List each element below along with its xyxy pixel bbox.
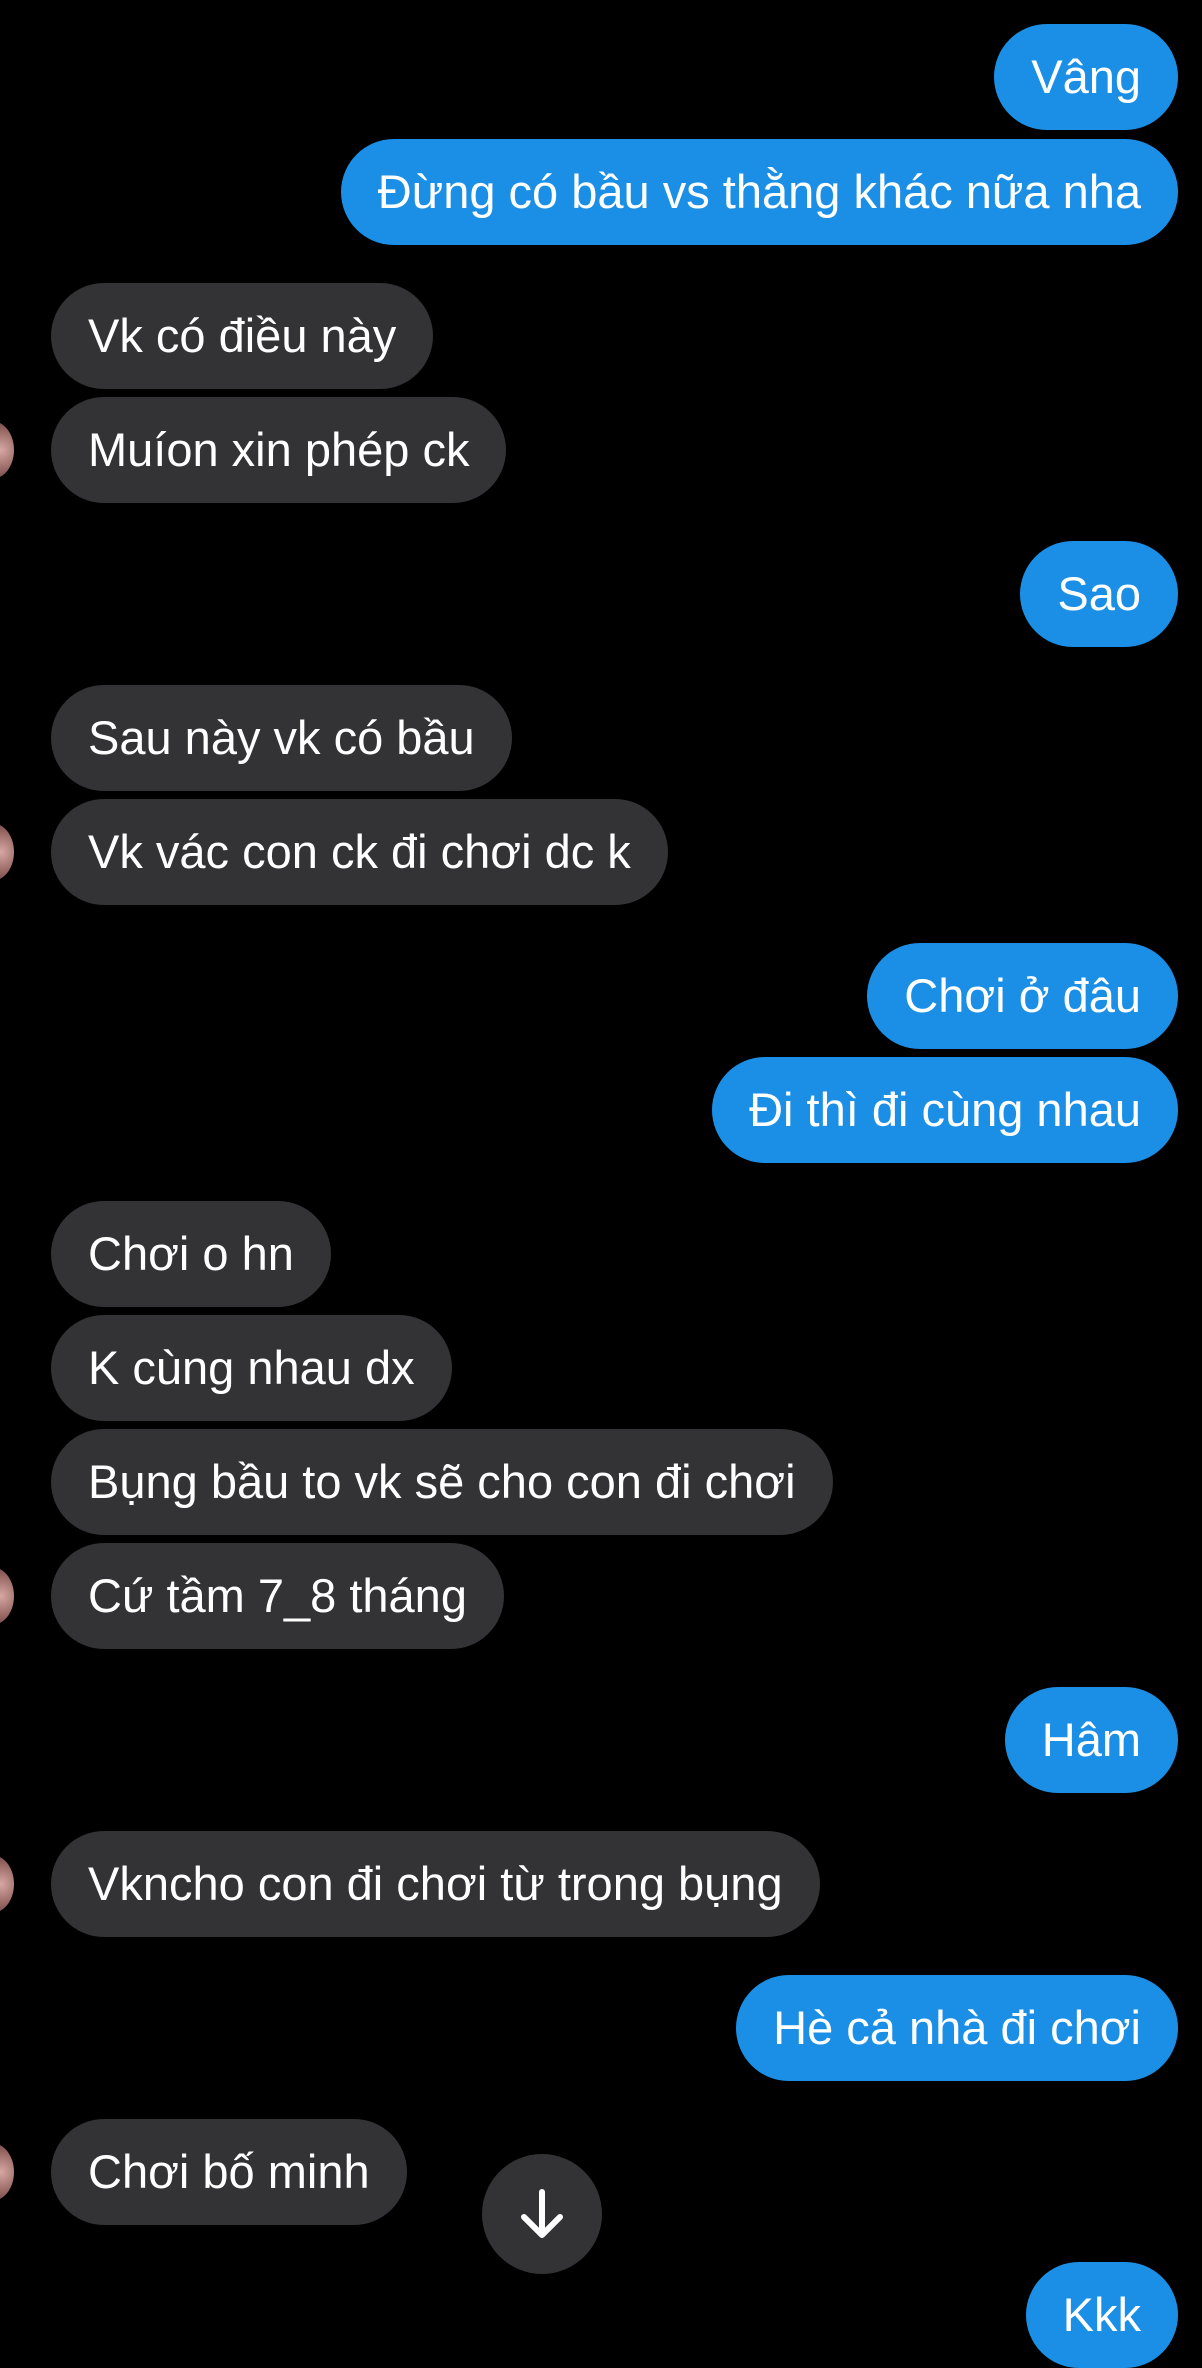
message-bubble-incoming[interactable]: Muíon xin phép ck [51,397,507,503]
scroll-to-bottom-button[interactable] [482,2154,602,2274]
message-bubble-outgoing[interactable]: Kkk [1025,2262,1178,2368]
message-bubble-outgoing[interactable]: Đừng có bầu vs thằng khác nữa nha [340,139,1178,245]
contact-avatar[interactable] [0,1567,14,1625]
message-bubble-outgoing[interactable]: Chơi ở đâu [867,943,1178,1049]
message-bubble-outgoing[interactable]: Sao [1020,541,1178,647]
message-bubble-incoming[interactable]: K cùng nhau dx [51,1315,452,1421]
arrow-down-icon [521,2189,563,2238]
message-bubble-incoming[interactable]: Vk vác con ck đi chơi dc k [51,799,668,905]
message-bubble-incoming[interactable]: Chơi bố minh [51,2119,407,2225]
message-bubble-incoming[interactable]: Sau này vk có bầu [51,685,512,791]
message-bubble-incoming[interactable]: Vkncho con đi chơi từ trong bụng [51,1831,820,1937]
message-bubble-outgoing[interactable]: Đi thì đi cùng nhau [712,1057,1178,1163]
contact-avatar[interactable] [0,823,14,881]
message-bubble-incoming[interactable]: Bụng bầu to vk sẽ cho con đi chơi [51,1429,833,1535]
contact-avatar[interactable] [0,1855,14,1913]
message-bubble-incoming[interactable]: Cứ tầm 7_8 tháng [51,1543,504,1649]
message-bubble-outgoing[interactable]: Vâng [994,24,1178,130]
contact-avatar[interactable] [0,421,14,479]
message-bubble-outgoing[interactable]: Hâm [1004,1687,1178,1793]
message-bubble-incoming[interactable]: Vk có điều này [51,283,434,389]
message-bubble-outgoing[interactable]: Hè cả nhà đi chơi [736,1975,1178,2081]
contact-avatar[interactable] [0,2143,14,2201]
message-bubble-incoming[interactable]: Chơi o hn [51,1201,331,1307]
